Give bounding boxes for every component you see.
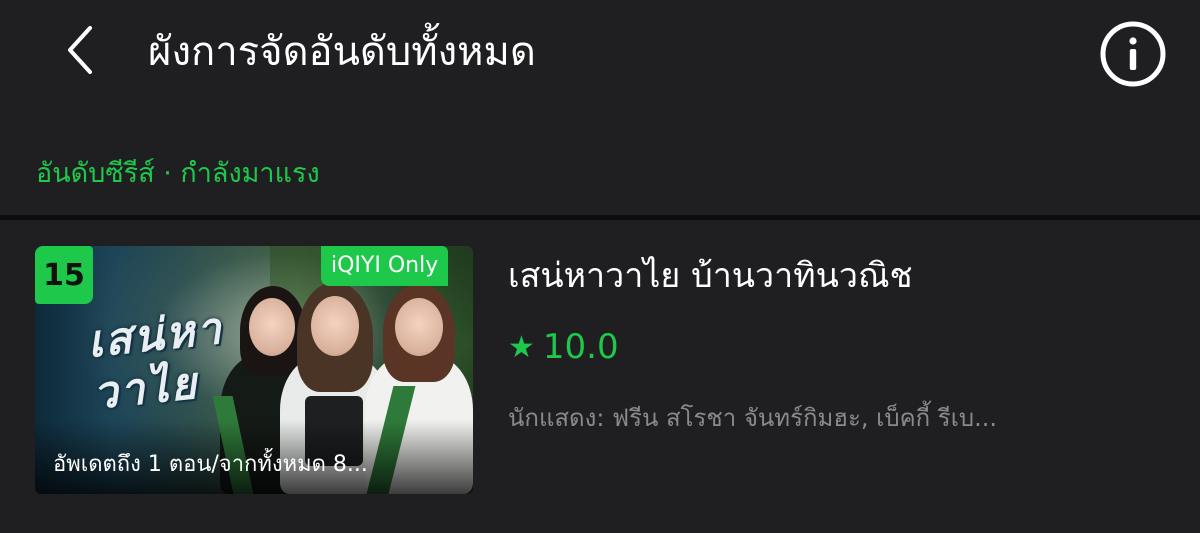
rating: ★ 10.0 <box>508 322 619 372</box>
back-button[interactable] <box>52 22 108 78</box>
top-bar: ผังการจัดอันดับทั้งหมด <box>0 0 1200 110</box>
chevron-left-icon <box>68 26 92 74</box>
poster-figure <box>311 296 359 356</box>
poster-title-art: เสน่หา วาไย <box>85 302 226 420</box>
cast-list: นักแสดง: ฟรีน สโรชา จันทร์กิมฮะ, เบ็คกี้… <box>508 404 998 432</box>
page-title: ผังการจัดอันดับทั้งหมด <box>148 29 536 75</box>
section-label: อันดับซีรีส์ · กำลังมาแรง <box>36 158 320 189</box>
episode-info: อัพเดตถึง 1 ตอน/จากทั้งหมด 8... <box>53 452 368 477</box>
info-button[interactable] <box>1099 20 1167 88</box>
rating-value: 10.0 <box>542 327 619 367</box>
list-item[interactable]: เสน่หา วาไย 15 iQIYI Only อัพเดตถึง 1 ตอ… <box>0 220 1200 520</box>
rank-badge: 15 <box>35 246 93 304</box>
info-circle-icon <box>1100 21 1166 87</box>
poster-figure <box>395 298 443 356</box>
series-title: เสน่หาวาไย บ้านวาทินวณิช <box>508 256 913 296</box>
star-icon: ★ <box>508 329 535 365</box>
exclusive-badge: iQIYI Only <box>321 246 449 286</box>
